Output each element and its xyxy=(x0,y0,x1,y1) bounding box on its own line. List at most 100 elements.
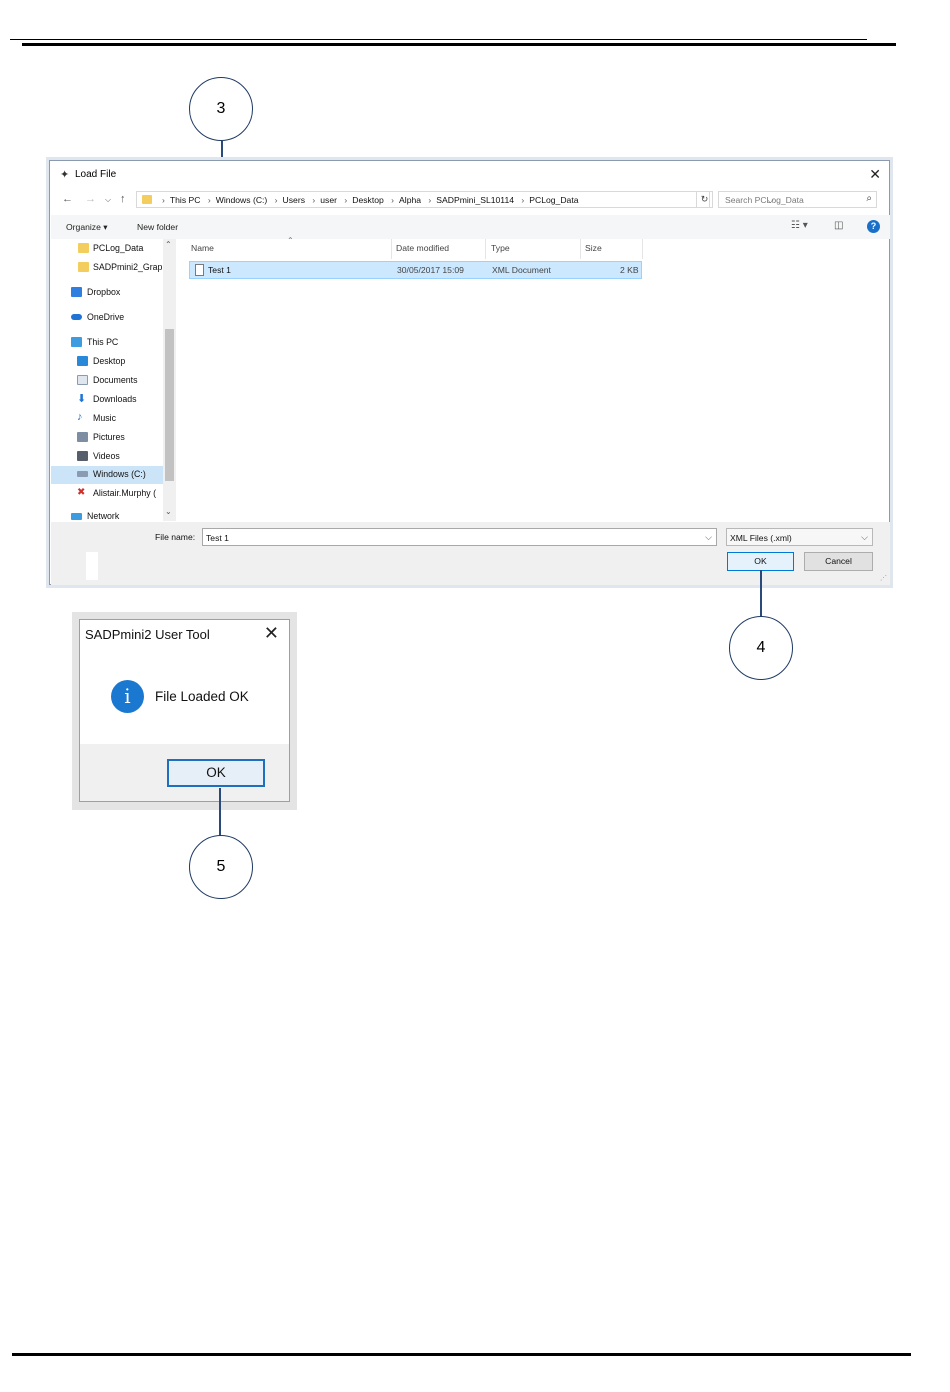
sidebar-item-documents[interactable]: Documents xyxy=(51,372,163,390)
sidebar-item-onedrive[interactable]: OneDrive xyxy=(51,309,163,327)
column-header-size[interactable]: Size xyxy=(585,243,602,253)
sidebar-item-pclog-data[interactable]: PCLog_Data xyxy=(51,240,163,258)
help-icon[interactable]: ? xyxy=(867,220,880,233)
search-placeholder: Search PCLog_Data xyxy=(725,195,804,205)
sidebar-item-network-drive[interactable]: ✖ Alistair.Murphy ( xyxy=(51,485,163,503)
refresh-icon[interactable]: ↻ xyxy=(696,191,713,208)
scroll-up-icon[interactable]: ⌃ xyxy=(165,240,172,249)
sidebar-item-label: Dropbox xyxy=(87,287,121,297)
header-rule-thin xyxy=(10,39,867,40)
sidebar-item-music[interactable]: ♪ Music xyxy=(51,410,163,428)
breadcrumb-item[interactable]: Users xyxy=(283,195,305,205)
organize-button[interactable]: Organize ▾ xyxy=(66,222,108,233)
recent-locations-icon[interactable]: ⌵ xyxy=(105,195,111,205)
sidebar-item-network[interactable]: Network xyxy=(51,509,163,521)
ok-button[interactable]: OK xyxy=(727,552,794,571)
message-ok-button[interactable]: OK xyxy=(167,759,265,787)
app-icon: ✦ xyxy=(60,169,70,181)
cancel-button[interactable]: Cancel xyxy=(804,552,873,571)
sidebar-item-this-pc[interactable]: This PC xyxy=(51,334,163,352)
callout-5-line xyxy=(219,788,221,838)
sidebar-item-windows-c[interactable]: Windows (C:) xyxy=(51,466,163,484)
sidebar-item-downloads[interactable]: ⬇ Downloads xyxy=(51,391,163,409)
file-name-cell: Test 1 xyxy=(208,265,231,275)
breadcrumb-item[interactable]: This PC xyxy=(170,195,201,205)
scrollbar-thumb[interactable] xyxy=(165,329,174,481)
preview-pane-icon[interactable]: ◫ xyxy=(834,220,843,231)
dialog-titlebar: ✦ Load File ✕ xyxy=(50,161,889,187)
sidebar-item-desktop[interactable]: Desktop xyxy=(51,353,163,371)
address-bar[interactable]: › This PC › Windows (C:) › Users › user › Des… xyxy=(136,191,774,208)
column-divider xyxy=(580,239,581,259)
scroll-down-icon[interactable]: ⌄ xyxy=(165,507,172,516)
message-text: File Loaded OK xyxy=(155,689,249,704)
table-row[interactable]: Test 1 30/05/2017 15:09 XML Document 2 K… xyxy=(189,261,642,279)
info-icon: i xyxy=(111,680,144,713)
downloads-icon: ⬇ xyxy=(77,393,87,405)
music-icon: ♪ xyxy=(77,411,83,423)
column-divider xyxy=(391,239,392,259)
dialog-footer: File name: Test 1 ⌵ XML Files (.xml) ⌵ O… xyxy=(51,522,890,585)
documents-icon xyxy=(77,375,88,385)
sidebar-item-videos[interactable]: Videos xyxy=(51,448,163,466)
close-icon[interactable]: ✕ xyxy=(264,623,279,644)
sidebar-item-pictures[interactable]: Pictures xyxy=(51,429,163,447)
column-header-name[interactable]: Name xyxy=(191,243,214,253)
column-header-type[interactable]: Type xyxy=(491,243,510,253)
dialog-title: Load File xyxy=(75,169,117,180)
drive-icon xyxy=(77,471,88,477)
chevron-down-icon[interactable]: ⌵ xyxy=(705,532,712,543)
message-box-title: SADPmini2 User Tool xyxy=(85,627,210,642)
breadcrumb-item[interactable]: SADPmini_SL10114 xyxy=(436,195,514,205)
breadcrumb-item[interactable]: Alpha xyxy=(399,195,421,205)
header-rule-thick xyxy=(22,43,896,46)
breadcrumb-item[interactable]: PCLog_Data xyxy=(529,195,578,205)
sidebar-item-dropbox[interactable]: Dropbox xyxy=(51,284,163,302)
callout-5: 5 xyxy=(189,835,253,899)
file-type-cell: XML Document xyxy=(492,265,551,275)
dropbox-icon xyxy=(71,287,82,297)
sidebar-item-label: Videos xyxy=(93,451,120,461)
pictures-icon xyxy=(77,432,88,442)
sidebar-item-label: Pictures xyxy=(93,432,125,442)
column-header-date[interactable]: Date modified xyxy=(396,243,449,253)
navigation-row: ← → ⌵ ↑ › This PC › Windows (C:) › Users › u… xyxy=(50,189,889,211)
computer-icon xyxy=(71,337,82,347)
callout-3: 3 xyxy=(189,77,253,141)
file-type-value: XML Files (.xml) xyxy=(730,533,792,543)
load-file-dialog: ✦ Load File ✕ ← → ⌵ ↑ › This PC › Windows … xyxy=(49,160,890,585)
close-icon[interactable]: ✕ xyxy=(869,166,881,183)
sidebar-item-label: Music xyxy=(93,413,116,423)
folder-icon xyxy=(78,243,89,253)
back-arrow-icon[interactable]: ← xyxy=(62,193,73,205)
new-folder-button[interactable]: New folder xyxy=(137,222,178,232)
navigation-scrollbar[interactable]: ⌃ ⌄ xyxy=(163,239,176,521)
search-input[interactable]: Search PCLog_Data ⌕ xyxy=(718,191,877,208)
breadcrumb-item[interactable]: Windows (C:) xyxy=(216,195,268,205)
sidebar-item-label: Downloads xyxy=(93,394,137,404)
resize-grip-icon[interactable]: ⋰ xyxy=(880,574,887,582)
up-arrow-icon[interactable]: ↑ xyxy=(120,193,126,205)
file-name-value: Test 1 xyxy=(206,533,229,543)
callout-3-number: 3 xyxy=(216,100,226,117)
file-type-select[interactable]: XML Files (.xml) ⌵ xyxy=(726,528,873,546)
sidebar-item-label: This PC xyxy=(87,337,119,347)
breadcrumb-item[interactable]: Desktop xyxy=(352,195,384,205)
message-box-footer: OK xyxy=(80,744,289,801)
folder-icon xyxy=(78,262,89,272)
sidebar-item-label: Desktop xyxy=(93,356,126,366)
forward-arrow-icon[interactable]: → xyxy=(85,193,96,205)
file-name-label: File name: xyxy=(155,532,196,542)
sidebar-item-label: Alistair.Murphy ( xyxy=(93,488,157,498)
breadcrumb-item[interactable]: user xyxy=(320,195,337,205)
file-name-field[interactable]: Test 1 ⌵ xyxy=(202,528,717,546)
sidebar-item-sadpmini2[interactable]: SADPmini2_Grap xyxy=(51,259,163,277)
sort-ascending-icon: ⌃ xyxy=(287,236,294,245)
navigation-pane: PCLog_Data SADPmini2_Grap Dropbox OneDri… xyxy=(51,239,176,521)
sidebar-item-label: Network xyxy=(87,511,120,521)
file-list: ⌃ Name Date modified Type Size Test 1 30… xyxy=(189,236,889,521)
sidebar-item-label: OneDrive xyxy=(87,312,125,322)
view-options-icon[interactable]: ☷ ▾ xyxy=(791,220,808,231)
network-icon xyxy=(71,513,82,520)
breadcrumb: › This PC › Windows (C:) › Users › user › Des… xyxy=(162,195,579,205)
